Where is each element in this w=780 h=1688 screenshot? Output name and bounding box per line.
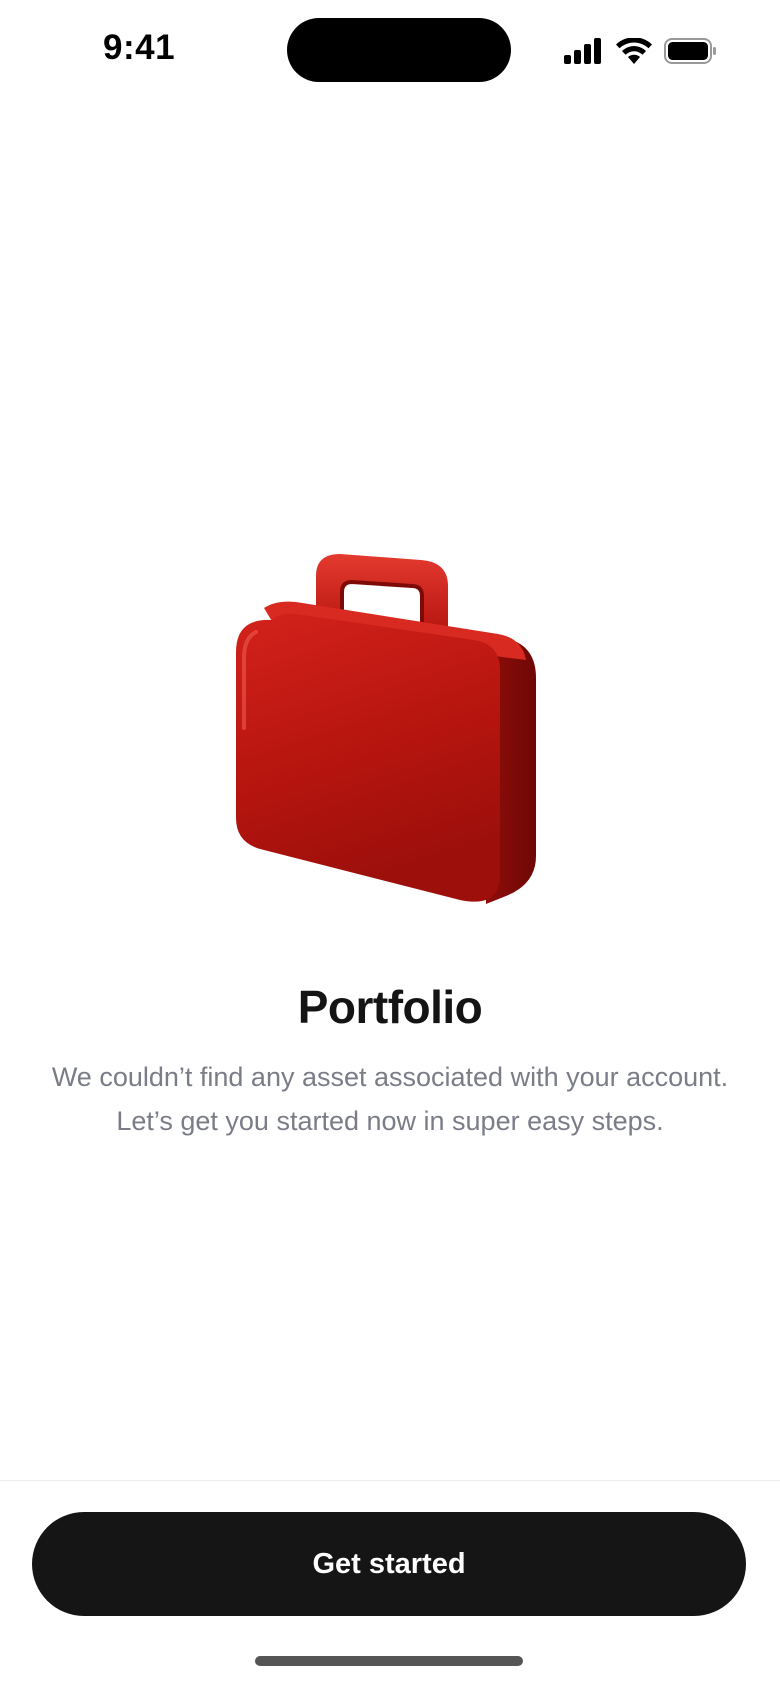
get-started-button[interactable]: Get started [32,1512,746,1616]
wifi-icon [616,38,652,64]
status-time: 9:41 [103,28,176,67]
footer-divider [0,1480,780,1481]
dynamic-island [287,18,511,82]
briefcase-icon [236,554,536,904]
briefcase-illustration [236,548,546,908]
status-bar: 9:41 [0,0,780,100]
page-title: Portfolio [297,981,483,1033]
home-indicator[interactable] [255,1656,523,1666]
empty-state-message-line-2: Let’s get you started now in super easy … [116,1106,664,1136]
status-icons [564,36,718,66]
cellular-signal-icon [564,38,601,64]
empty-state-message: We couldn’t find any asset associated wi… [30,1055,750,1143]
battery-icon [664,38,716,64]
empty-state-message-line-1: We couldn’t find any asset associated wi… [51,1062,729,1092]
